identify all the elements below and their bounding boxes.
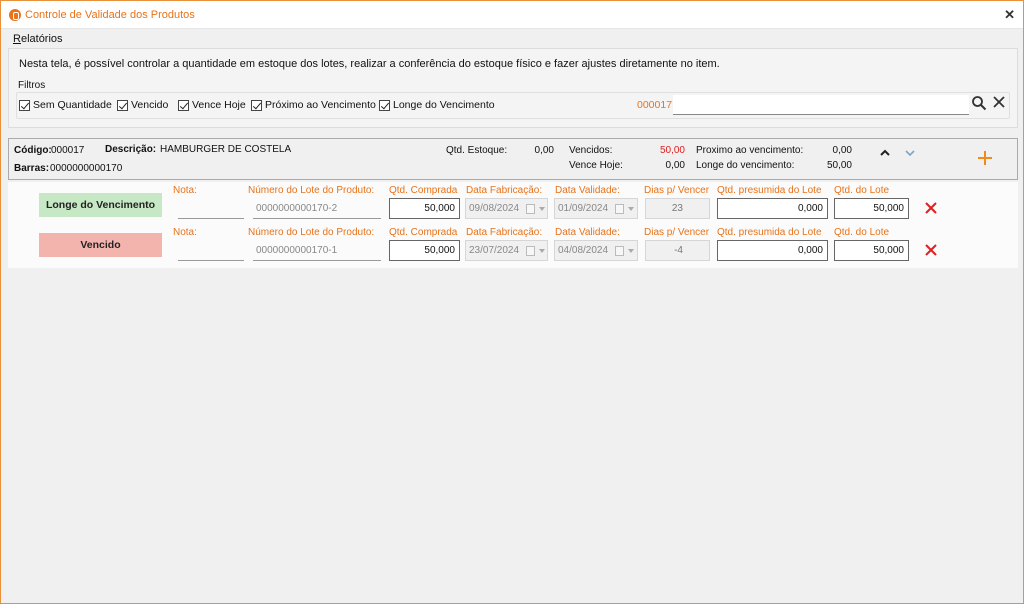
- nota-input[interactable]: [178, 240, 244, 261]
- data-validade-picker[interactable]: 04/08/2024: [554, 240, 638, 261]
- product-card: Código: 000017 Descrição: HAMBURGER DE C…: [8, 138, 1018, 180]
- numero-lote-field[interactable]: 0000000000170-2: [253, 198, 381, 219]
- qtd-comprada-input[interactable]: 50,000: [389, 198, 460, 219]
- delete-lot-icon[interactable]: [925, 202, 937, 214]
- qtd-presumida-input[interactable]: 0,000: [717, 198, 828, 219]
- vencidos-label: Vencidos:: [569, 145, 613, 156]
- close-icon[interactable]: [992, 94, 1006, 110]
- filter-sem-quantidade-checkbox[interactable]: Sem Quantidade: [19, 99, 112, 111]
- dias-vencer-field: -4: [645, 240, 710, 261]
- checkbox-checked-icon[interactable]: [19, 99, 30, 111]
- barras-value: 0000000000170: [50, 163, 123, 174]
- longe-label: Longe do vencimento:: [696, 160, 795, 171]
- app-logo-icon: [9, 9, 21, 21]
- lot-row: Vencido Nota: Número do Lote do Produto:…: [8, 224, 1018, 266]
- numero-lote-field[interactable]: 0000000000170-1: [253, 240, 381, 261]
- vence-hoje-label: Vence Hoje:: [569, 160, 623, 171]
- chevron-up-icon[interactable]: [879, 148, 891, 158]
- data-fabricacao-picker[interactable]: 23/07/2024: [465, 240, 548, 261]
- close-window-button[interactable]: ✕: [1004, 7, 1015, 23]
- data-validade-label: Data Validade:: [555, 185, 620, 196]
- status-badge: Longe do Vencimento: [39, 193, 162, 217]
- window-title: Controle de Validade dos Produtos: [25, 9, 195, 21]
- numero-lote-label: Número do Lote do Produto:: [248, 227, 375, 238]
- filter-vence-hoje-checkbox[interactable]: Vence Hoje: [178, 99, 246, 111]
- checkbox-checked-icon[interactable]: [251, 99, 262, 111]
- calendar-icon[interactable]: [615, 204, 624, 214]
- filter-panel: Nesta tela, é possível controlar a quant…: [8, 48, 1018, 128]
- nota-input[interactable]: [178, 198, 244, 219]
- filters-legend: Filtros: [18, 80, 46, 91]
- title-bar: Controle de Validade dos Produtos ✕: [1, 1, 1023, 29]
- dias-vencer-label: Dias p/ Vencer: [644, 185, 710, 196]
- delete-lot-icon[interactable]: [925, 244, 937, 256]
- filter-vencido-checkbox[interactable]: Vencido: [117, 99, 168, 111]
- filter-label: Vence Hoje: [192, 99, 246, 111]
- codigo-label: Código:: [14, 145, 52, 156]
- data-fabricacao-label: Data Fabricação:: [466, 227, 543, 238]
- qtd-lote-input[interactable]: 50,000: [834, 240, 909, 261]
- checkbox-checked-icon[interactable]: [117, 99, 128, 111]
- nota-label: Nota:: [173, 227, 197, 238]
- qtd-comprada-label: Qtd. Comprada: [389, 227, 458, 238]
- info-text: Nesta tela, é possível controlar a quant…: [19, 58, 720, 70]
- qtd-lote-label: Qtd. do Lote: [834, 185, 890, 196]
- dias-vencer-field: 23: [645, 198, 710, 219]
- qtd-estoque-label: Qtd. Estoque:: [446, 145, 508, 156]
- empty-content-area: [1, 268, 1023, 603]
- dropdown-arrow-icon[interactable]: [539, 249, 545, 253]
- main-window: Controle de Validade dos Produtos ✕ Rela…: [0, 0, 1024, 604]
- qtd-presumida-input[interactable]: 0,000: [717, 240, 828, 261]
- data-fabricacao-label: Data Fabricação:: [466, 185, 543, 196]
- dropdown-arrow-icon[interactable]: [628, 207, 634, 211]
- vence-hoje-value: 0,00: [665, 160, 685, 171]
- vencidos-value: 50,00: [659, 145, 685, 156]
- product-code-filter[interactable]: 000017: [637, 99, 672, 111]
- proximo-value: 0,00: [832, 145, 852, 156]
- dropdown-arrow-icon[interactable]: [539, 207, 545, 211]
- qtd-comprada-input[interactable]: 50,000: [389, 240, 460, 261]
- descricao-value: HAMBURGER DE COSTELA: [160, 144, 292, 155]
- longe-value: 50,00: [826, 160, 852, 171]
- search-icon[interactable]: [971, 95, 987, 111]
- qtd-presumida-label: Qtd. presumida do Lote: [717, 227, 822, 238]
- status-badge: Vencido: [39, 233, 162, 257]
- codigo-value: 000017: [51, 145, 85, 156]
- qtd-lote-input[interactable]: 50,000: [834, 198, 909, 219]
- qtd-comprada-label: Qtd. Comprada: [389, 185, 458, 196]
- filter-label: Sem Quantidade: [33, 99, 112, 111]
- data-validade-label: Data Validade:: [555, 227, 620, 238]
- menu-bar: Relatórios: [1, 30, 1023, 48]
- dropdown-arrow-icon[interactable]: [628, 249, 634, 253]
- calendar-icon[interactable]: [526, 246, 535, 256]
- lot-row: Longe do Vencimento Nota: Número do Lote…: [8, 182, 1018, 224]
- qtd-lote-label: Qtd. do Lote: [834, 227, 890, 238]
- numero-lote-label: Número do Lote do Produto:: [248, 185, 375, 196]
- descricao-label: Descrição:: [105, 144, 157, 155]
- proximo-label: Proximo ao vencimento:: [696, 145, 804, 156]
- nota-label: Nota:: [173, 185, 197, 196]
- dias-vencer-label: Dias p/ Vencer: [644, 227, 710, 238]
- filter-label: Vencido: [131, 99, 169, 111]
- filter-label: Longe do Vencimento: [393, 99, 495, 111]
- plus-icon[interactable]: [977, 150, 993, 166]
- filter-label: Próximo ao Vencimento: [265, 99, 376, 111]
- search-input[interactable]: [673, 95, 969, 115]
- data-validade-picker[interactable]: 01/09/2024: [554, 198, 638, 219]
- barras-label: Barras:: [14, 163, 50, 174]
- calendar-icon[interactable]: [615, 246, 624, 256]
- checkbox-checked-icon[interactable]: [178, 99, 189, 111]
- qtd-estoque-value: 0,00: [534, 145, 554, 156]
- menu-relatorios[interactable]: Relatórios: [13, 33, 63, 45]
- filter-longe-vencimento-checkbox[interactable]: Longe do Vencimento: [379, 99, 495, 111]
- lots-list: Longe do Vencimento Nota: Número do Lote…: [8, 182, 1018, 268]
- filter-proximo-vencimento-checkbox[interactable]: Próximo ao Vencimento: [251, 99, 376, 111]
- data-fabricacao-picker[interactable]: 09/08/2024: [465, 198, 548, 219]
- qtd-presumida-label: Qtd. presumida do Lote: [717, 185, 822, 196]
- chevron-down-icon[interactable]: [904, 148, 916, 158]
- checkbox-checked-icon[interactable]: [379, 99, 390, 111]
- calendar-icon[interactable]: [526, 204, 535, 214]
